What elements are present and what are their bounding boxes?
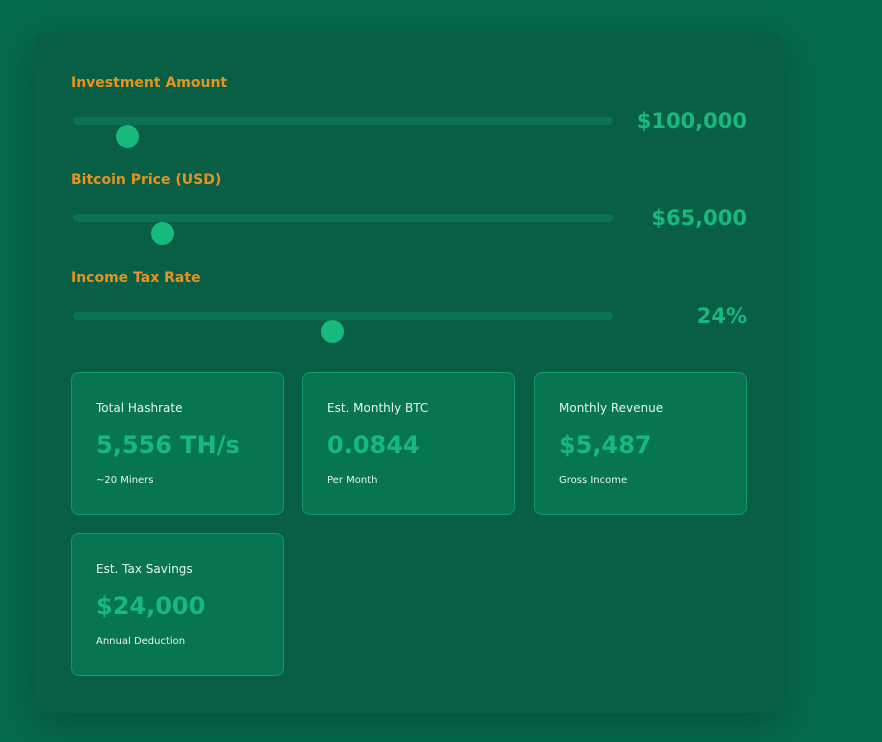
stat-value: $5,487 [559,431,652,459]
bitcoin-price-slider-row: $65,000 [71,199,747,245]
stat-title: Est. Tax Savings [96,562,193,576]
stat-subtitle: Gross Income [559,475,628,486]
stat-value: 5,556 TH/s [96,431,240,459]
calculator-card: Investment Amount $100,000 Bitcoin Price… [35,33,783,713]
bitcoin-price-value: $65,000 [651,206,747,230]
stat-title: Est. Monthly BTC [327,401,429,415]
tax-rate-label: Income Tax Rate [71,270,201,286]
stat-subtitle: ~20 Miners [96,475,154,486]
tax-rate-slider-row: 24% [71,297,747,343]
stat-value: 0.0844 [327,431,420,459]
stat-value: $24,000 [96,592,206,620]
tax-rate-value: 24% [696,304,747,328]
tax-rate-slider-group: Income Tax Rate 24% [71,268,747,343]
stat-card-hashrate: Total Hashrate 5,556 TH/s ~20 Miners [71,372,284,515]
stat-card-monthly-btc: Est. Monthly BTC 0.0844 Per Month [302,372,515,515]
stat-card-tax-savings: Est. Tax Savings $24,000 Annual Deductio… [71,533,284,676]
investment-slider-track[interactable] [73,117,613,148]
bitcoin-price-slider-track[interactable] [73,214,613,245]
tax-rate-slider-track[interactable] [73,312,613,343]
investment-slider-group: Investment Amount $100,000 [71,73,747,148]
stat-card-monthly-revenue: Monthly Revenue $5,487 Gross Income [534,372,747,515]
stat-title: Total Hashrate [96,401,183,415]
investment-slider-thumb[interactable] [116,125,139,148]
bitcoin-price-label: Bitcoin Price (USD) [71,172,222,188]
investment-label: Investment Amount [71,75,228,91]
investment-slider-row: $100,000 [71,102,747,148]
bitcoin-price-slider-group: Bitcoin Price (USD) $65,000 [71,170,747,245]
investment-value: $100,000 [636,109,747,133]
stat-subtitle: Per Month [327,475,378,486]
bitcoin-price-slider-thumb[interactable] [151,222,175,245]
tax-rate-slider-thumb[interactable] [321,320,345,343]
stat-subtitle: Annual Deduction [96,636,186,647]
stat-title: Monthly Revenue [559,401,664,415]
